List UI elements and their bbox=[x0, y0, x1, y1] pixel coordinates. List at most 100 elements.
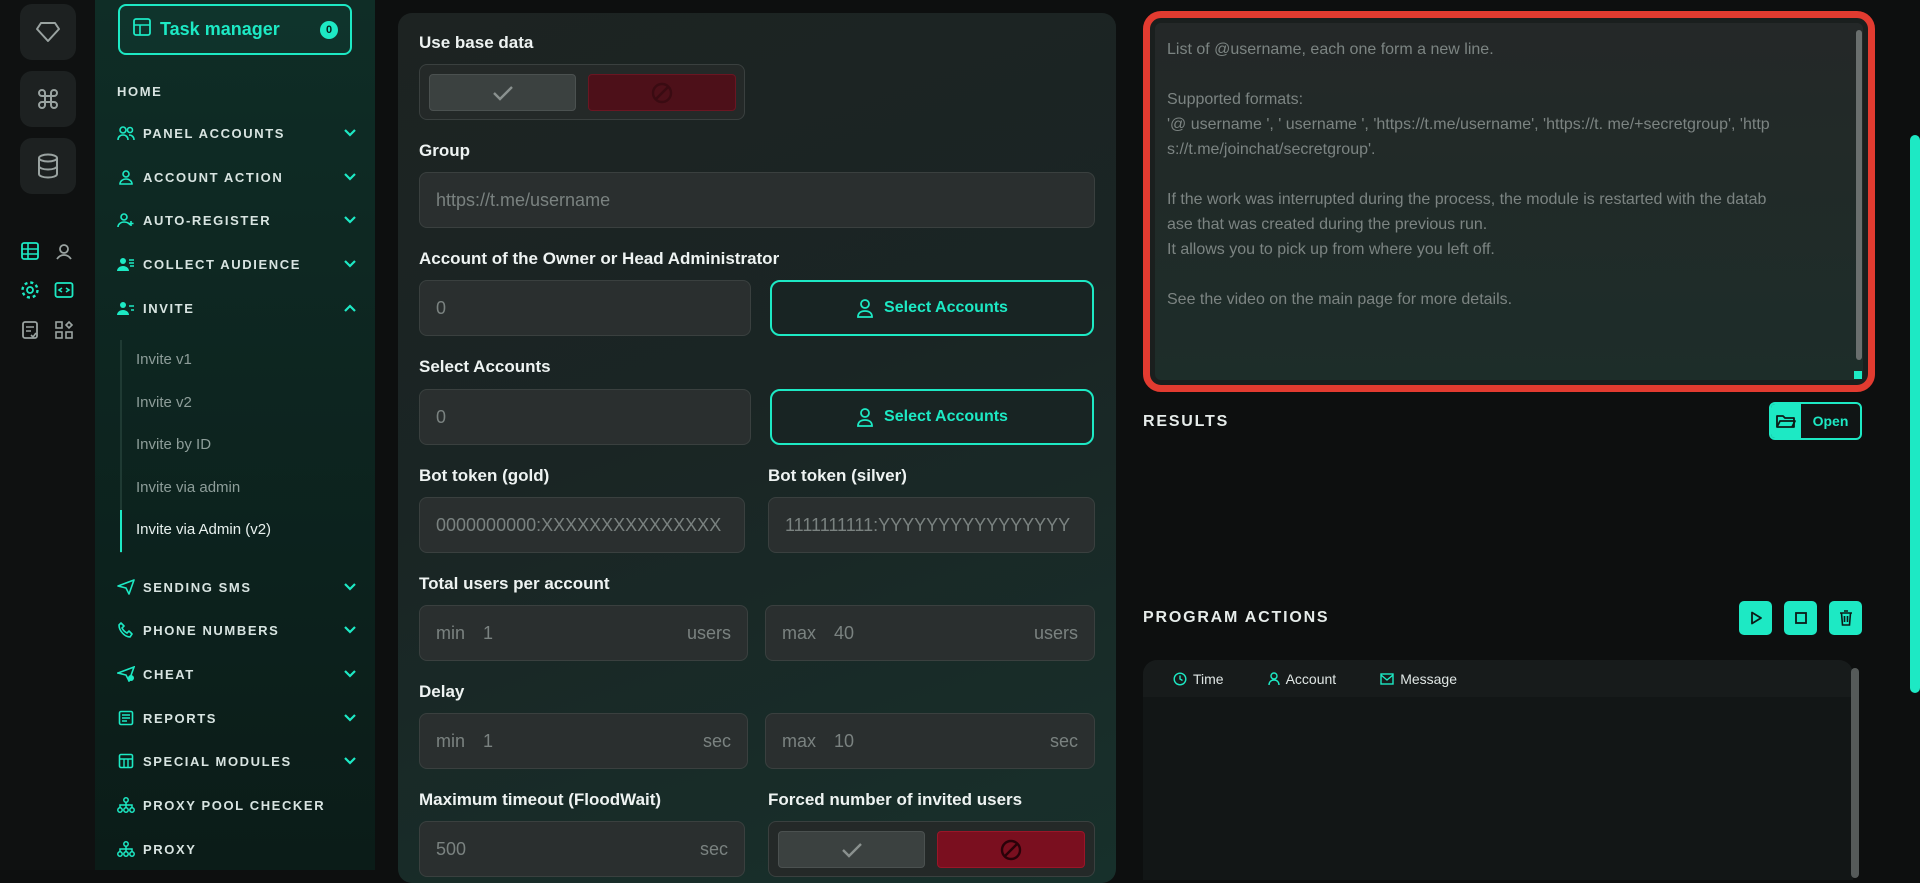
modules-icon bbox=[117, 752, 135, 770]
widgets-icon[interactable] bbox=[53, 319, 75, 341]
task-count-badge: 0 bbox=[320, 20, 338, 39]
nav-label: CHEAT bbox=[143, 666, 195, 682]
toggle-yes-button[interactable] bbox=[429, 74, 576, 111]
code-icon[interactable] bbox=[53, 279, 75, 301]
ban-icon bbox=[651, 82, 673, 103]
database-icon[interactable] bbox=[20, 138, 76, 194]
chevron-down-icon bbox=[343, 257, 357, 271]
list-icon[interactable] bbox=[19, 240, 41, 262]
user-invite-icon bbox=[117, 299, 135, 317]
open-results-button[interactable]: Open bbox=[1769, 402, 1862, 440]
resize-handle[interactable] bbox=[1854, 371, 1862, 379]
user-list-icon bbox=[117, 255, 135, 273]
play-button[interactable] bbox=[1739, 601, 1772, 635]
owner-accounts-input[interactable]: 0 bbox=[419, 280, 751, 336]
chevron-down-icon bbox=[343, 623, 357, 637]
report-icon bbox=[117, 709, 135, 727]
check-icon bbox=[841, 842, 862, 858]
settings-icon[interactable] bbox=[19, 279, 41, 301]
group-input[interactable]: https://t.me/username bbox=[419, 172, 1095, 228]
delay-min-input[interactable]: min 1 sec bbox=[419, 713, 748, 769]
col-time[interactable]: Time bbox=[1173, 671, 1224, 687]
col-message[interactable]: Message bbox=[1380, 671, 1457, 687]
bot-silver-placeholder: 1111111111:YYYYYYYYYYYYYYYY bbox=[785, 514, 1071, 535]
nav-home[interactable]: HOME bbox=[117, 79, 357, 103]
delete-button[interactable] bbox=[1829, 601, 1862, 635]
nav-auto-register[interactable]: AUTO-REGISTER bbox=[117, 208, 357, 232]
nav-label: AUTO-REGISTER bbox=[143, 212, 272, 228]
nav-sending-sms[interactable]: SENDING SMS bbox=[117, 575, 357, 599]
nav-label: PHONE NUMBERS bbox=[143, 622, 280, 638]
help-line: See the video on the main page for more … bbox=[1167, 291, 1513, 308]
accounts-input[interactable]: 0 bbox=[419, 389, 751, 445]
stop-button[interactable] bbox=[1784, 601, 1817, 635]
nav-reports[interactable]: REPORTS bbox=[117, 706, 357, 730]
nav-phone-numbers[interactable]: PHONE NUMBERS bbox=[117, 618, 357, 642]
command-icon[interactable] bbox=[20, 71, 76, 127]
results-title: RESULTS bbox=[1143, 413, 1230, 430]
user-icon bbox=[857, 408, 873, 427]
usernames-textarea[interactable]: List of @username, each one form a new l… bbox=[1155, 23, 1863, 380]
col-time-label: Time bbox=[1193, 670, 1224, 687]
nav-cheat[interactable]: CHEAT bbox=[117, 662, 357, 686]
nav-account-action[interactable]: ACCOUNT ACTION bbox=[117, 165, 357, 189]
nav-label: ACCOUNT ACTION bbox=[143, 169, 284, 185]
max-timeout-input[interactable]: 500 sec bbox=[419, 821, 745, 877]
toggle-yes-button[interactable] bbox=[778, 831, 925, 868]
max-prefix: max bbox=[782, 622, 817, 643]
nav-special-modules[interactable]: SPECIAL MODULES bbox=[117, 749, 357, 773]
sub-invite-via-admin[interactable]: Invite via admin bbox=[136, 479, 240, 496]
user-icon bbox=[117, 168, 135, 186]
help-line: It allows you to pick up from where you … bbox=[1167, 241, 1495, 258]
nav-invite[interactable]: INVITE bbox=[117, 296, 357, 320]
min-value: 1 bbox=[483, 730, 494, 751]
bot-gold-placeholder: 0000000000:XXXXXXXXXXXXXXX bbox=[436, 514, 722, 535]
diamond-icon[interactable] bbox=[20, 4, 76, 60]
mail-icon bbox=[1380, 672, 1394, 685]
chevron-down-icon bbox=[343, 754, 357, 768]
min-prefix: min bbox=[436, 622, 466, 643]
usernames-textarea-highlight: List of @username, each one form a new l… bbox=[1143, 11, 1875, 392]
select-accounts-label: Select Accounts bbox=[419, 357, 551, 376]
bot-silver-input[interactable]: 1111111111:YYYYYYYYYYYYYYYY bbox=[768, 497, 1095, 553]
use-base-data-toggle bbox=[419, 64, 745, 120]
sidebar: Task manager 0 HOME PANEL ACCOUNTS ACCOU… bbox=[95, 0, 375, 870]
col-account[interactable]: Account bbox=[1267, 670, 1337, 687]
page-scrollbar[interactable] bbox=[1910, 135, 1920, 693]
log-scrollbar[interactable] bbox=[1851, 668, 1859, 878]
sub-invite-via-admin-v2[interactable]: Invite via Admin (v2) bbox=[136, 521, 271, 538]
help-line: ase that was created during the previous… bbox=[1167, 216, 1488, 233]
nav-panel-accounts[interactable]: PANEL ACCOUNTS bbox=[117, 121, 357, 145]
actions-log-table: Time Account Message bbox=[1143, 660, 1853, 880]
unit-suffix: users bbox=[686, 622, 731, 643]
select-accounts-button[interactable]: Select Accounts bbox=[770, 389, 1094, 445]
nav-label: PANEL ACCOUNTS bbox=[143, 125, 286, 141]
max-value: 10 bbox=[834, 730, 855, 751]
total-users-max-input[interactable]: max 40 users bbox=[765, 605, 1095, 661]
delay-max-input[interactable]: max 10 sec bbox=[765, 713, 1095, 769]
total-users-min-input[interactable]: min 1 users bbox=[419, 605, 748, 661]
nav-proxy-pool-checker[interactable]: PROXY POOL CHECKER bbox=[117, 793, 357, 817]
nav-label: PROXY bbox=[143, 841, 197, 857]
sub-invite-by-id[interactable]: Invite by ID bbox=[136, 436, 211, 453]
sub-invite-v1[interactable]: Invite v1 bbox=[136, 351, 192, 368]
col-account-label: Account bbox=[1285, 670, 1337, 687]
toggle-no-button[interactable] bbox=[588, 74, 736, 111]
max-value: 40 bbox=[834, 622, 855, 643]
location-icon[interactable] bbox=[53, 240, 75, 262]
nav-proxy[interactable]: PROXY bbox=[117, 837, 357, 861]
nav-collect-audience[interactable]: COLLECT AUDIENCE bbox=[117, 252, 357, 276]
owner-select-accounts-button[interactable]: Select Accounts bbox=[770, 280, 1094, 336]
phone-icon bbox=[117, 621, 135, 639]
nav-label: REPORTS bbox=[143, 710, 218, 726]
unit-suffix: sec bbox=[1049, 730, 1078, 751]
sub-invite-v2[interactable]: Invite v2 bbox=[136, 394, 192, 411]
help-line: s://t.me/joinchat/secretgroup'. bbox=[1167, 141, 1376, 158]
checklist-icon[interactable] bbox=[19, 319, 41, 341]
bot-gold-input[interactable]: 0000000000:XXXXXXXXXXXXXXX bbox=[419, 497, 745, 553]
help-line: List of @username, each one form a new l… bbox=[1167, 41, 1494, 58]
program-actions-title: PROGRAM ACTIONS bbox=[1143, 609, 1330, 626]
task-manager-button[interactable]: Task manager 0 bbox=[118, 4, 352, 55]
textarea-scrollbar[interactable] bbox=[1856, 30, 1862, 360]
toggle-no-button[interactable] bbox=[937, 831, 1085, 868]
